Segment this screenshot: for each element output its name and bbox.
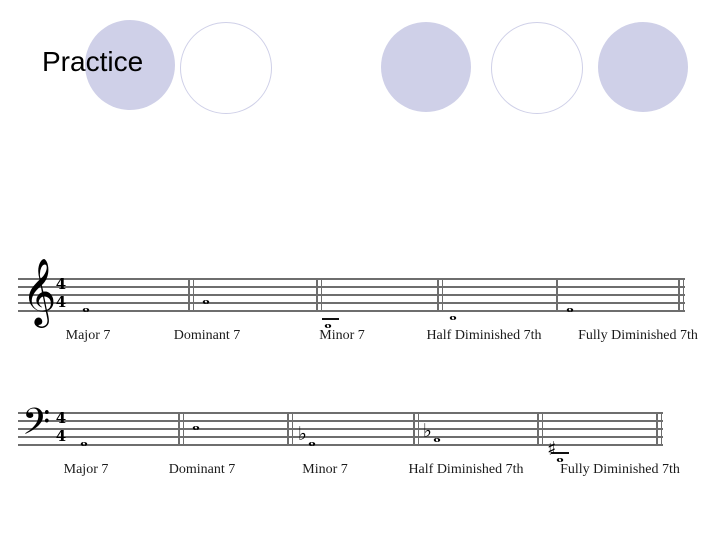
barline-bass-3a — [413, 412, 415, 445]
barline-treble-2b — [321, 278, 323, 311]
notehead-bass-2: 𝅝 — [192, 411, 200, 435]
decor-circle-5 — [598, 22, 688, 112]
barline-bass-4a — [537, 412, 539, 445]
barline-treble-end-b — [683, 278, 685, 311]
caption-bass-1: Major 7 — [63, 462, 109, 477]
page-title: Practice — [42, 46, 144, 77]
barline-treble-2a — [316, 278, 318, 311]
caption-bass-3: Minor 7 — [302, 462, 348, 477]
accidental-flat-bass-4: ♭ — [423, 420, 432, 442]
barline-treble-1b — [193, 278, 195, 311]
bass-time-signature-numerator: 4 — [55, 409, 67, 427]
barline-bass-1b — [183, 412, 185, 445]
staff-line-5 — [18, 278, 685, 280]
barline-treble-end-a — [678, 278, 680, 311]
barline-bass-1a — [178, 412, 180, 445]
time-signature-denominator: 4 — [55, 293, 67, 311]
accidental-sharp-bass-5: ♯ — [547, 438, 557, 460]
notehead-treble-1: 𝅝 — [82, 293, 90, 317]
barline-bass-end-a — [656, 412, 658, 445]
barline-bass-2a — [287, 412, 289, 445]
decor-circle-4 — [491, 22, 583, 114]
notehead-treble-2: 𝅝 — [202, 285, 210, 309]
bass-staff-line-1 — [18, 444, 663, 446]
barline-treble-1a — [188, 278, 190, 311]
caption-bass-5: Fully Diminished 7th — [560, 462, 680, 477]
bass-staff-line-3 — [18, 428, 663, 430]
barline-treble-3a — [437, 278, 439, 311]
staff-line-4 — [18, 286, 685, 288]
treble-clef-icon: 𝄞 — [22, 257, 57, 325]
caption-bass-4: Half Diminished 7th — [408, 462, 524, 477]
staff-line-1 — [18, 310, 685, 312]
bass-staff-line-2 — [18, 436, 663, 438]
decor-circle-3 — [381, 22, 471, 112]
caption-treble-4: Half Diminished 7th — [426, 328, 542, 343]
bass-clef-icon: 𝄢 — [22, 401, 51, 452]
notehead-bass-4: 𝅝 — [433, 423, 441, 447]
caption-treble-2: Dominant 7 — [173, 328, 241, 343]
barline-bass-4b — [542, 412, 544, 445]
bass-time-signature-denominator: 4 — [55, 427, 67, 445]
accidental-flat-bass-3: ♭ — [298, 423, 307, 445]
bass-staff-line-5 — [18, 412, 663, 414]
caption-bass-2: Dominant 7 — [168, 462, 236, 477]
decor-circle-2 — [180, 22, 272, 114]
barline-bass-end-b — [661, 412, 663, 445]
notehead-treble-5: 𝅝 — [566, 293, 574, 317]
barline-bass-3b — [418, 412, 420, 445]
notehead-treble-4: 𝅝 — [449, 301, 457, 325]
notehead-bass-3: 𝅝 — [308, 427, 316, 451]
notehead-bass-1: 𝅝 — [80, 427, 88, 451]
caption-treble-3: Minor 7 — [319, 328, 365, 343]
caption-treble-5: Fully Diminished 7th — [578, 328, 698, 343]
barline-treble-4a — [556, 278, 558, 311]
bass-staff-line-4 — [18, 420, 663, 422]
staff-line-2 — [18, 302, 685, 304]
staff-line-3 — [18, 294, 685, 296]
time-signature-numerator: 4 — [55, 275, 67, 293]
barline-bass-2b — [292, 412, 294, 445]
caption-treble-1: Major 7 — [65, 328, 111, 343]
barline-treble-3b — [442, 278, 444, 311]
